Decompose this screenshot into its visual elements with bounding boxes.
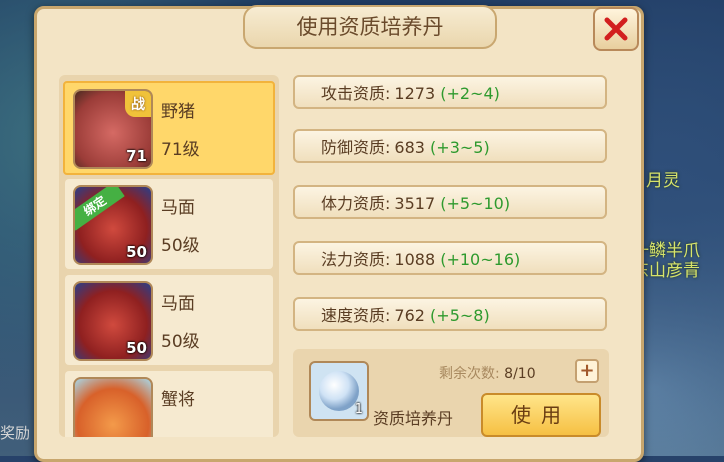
stat-label: 体力资质: bbox=[321, 194, 391, 213]
pet-level-number: 71 bbox=[126, 147, 147, 165]
stat-value: 683 bbox=[394, 138, 425, 157]
pet-item-horse-face-1[interactable]: 绑定 50 马面 50级 bbox=[65, 179, 273, 269]
pet-item-crab-general[interactable]: 蟹将 bbox=[65, 371, 273, 437]
pet-list[interactable]: 战 71 野猪 71级 绑定 50 马面 50级 50 马面 50级 蟹将 bbox=[59, 75, 279, 437]
pet-name: 马面 bbox=[161, 198, 195, 218]
stat-label: 法力资质: bbox=[321, 250, 391, 269]
stat-defense: 防御资质: 683 (+3~5) bbox=[293, 129, 607, 163]
item-use-panel: 1 资质培养丹 剩余次数: 8/10 + 使用 bbox=[293, 349, 609, 437]
stat-speed: 速度资质: 762 (+5~8) bbox=[293, 297, 607, 331]
aptitude-pill-item-slot[interactable]: 1 bbox=[309, 361, 369, 421]
pet-name: 马面 bbox=[161, 294, 195, 314]
stat-bonus: (+5~8) bbox=[430, 306, 490, 325]
close-button[interactable] bbox=[593, 7, 639, 51]
horse-face-avatar: 绑定 50 bbox=[73, 185, 153, 265]
stat-magic: 法力资质: 1088 (+10~16) bbox=[293, 241, 607, 275]
remaining-uses: 剩余次数: 8/10 bbox=[439, 363, 536, 383]
pet-level: 50级 bbox=[161, 332, 200, 352]
stat-value: 3517 bbox=[394, 194, 436, 213]
stat-label: 防御资质: bbox=[321, 138, 391, 157]
bound-badge: 绑定 bbox=[75, 187, 125, 231]
stat-stamina: 体力资质: 3517 (+5~10) bbox=[293, 185, 607, 219]
stat-value: 1273 bbox=[394, 84, 436, 103]
add-uses-button[interactable]: + bbox=[575, 359, 599, 383]
remaining-value: 8/10 bbox=[504, 366, 536, 382]
item-name: 资质培养丹 bbox=[373, 409, 454, 428]
stat-value: 1088 bbox=[394, 250, 436, 269]
pet-level-number: 50 bbox=[126, 243, 147, 261]
pet-level: 50级 bbox=[161, 236, 200, 256]
wild-boar-avatar: 战 71 bbox=[73, 89, 153, 169]
dialog-title: 使用资质培养丹 bbox=[243, 5, 497, 49]
pet-item-horse-face-2[interactable]: 50 马面 50级 bbox=[65, 275, 273, 365]
pet-name: 蟹将 bbox=[161, 390, 195, 410]
stat-attack: 攻击资质: 1273 (+2~4) bbox=[293, 75, 607, 109]
bg-text-1: 月灵 bbox=[646, 171, 680, 191]
horse-face-avatar: 50 bbox=[73, 281, 153, 361]
aptitude-pill-dialog: 使用资质培养丹 战 71 野猪 71级 绑定 50 马面 50级 50 马面 5… bbox=[34, 5, 644, 462]
stat-bonus: (+5~10) bbox=[440, 194, 511, 213]
crab-general-avatar bbox=[73, 377, 153, 437]
close-icon bbox=[604, 17, 628, 41]
remaining-label: 剩余次数: bbox=[439, 366, 500, 382]
stat-bonus: (+2~4) bbox=[440, 84, 500, 103]
pet-item-wild-boar[interactable]: 战 71 野猪 71级 bbox=[63, 81, 275, 175]
use-button[interactable]: 使用 bbox=[481, 393, 601, 437]
item-count: 1 bbox=[354, 402, 363, 417]
pet-level: 71级 bbox=[161, 140, 200, 160]
battle-badge: 战 bbox=[125, 91, 151, 117]
stat-label: 速度资质: bbox=[321, 306, 391, 325]
pet-level-number: 50 bbox=[126, 339, 147, 357]
stat-value: 762 bbox=[394, 306, 425, 325]
stat-bonus: (+3~5) bbox=[430, 138, 490, 157]
stat-label: 攻击资质: bbox=[321, 84, 391, 103]
bottom-left-label: 奖励 bbox=[0, 424, 31, 442]
pet-name: 野猪 bbox=[161, 102, 195, 122]
stat-bonus: (+10~16) bbox=[440, 250, 521, 269]
